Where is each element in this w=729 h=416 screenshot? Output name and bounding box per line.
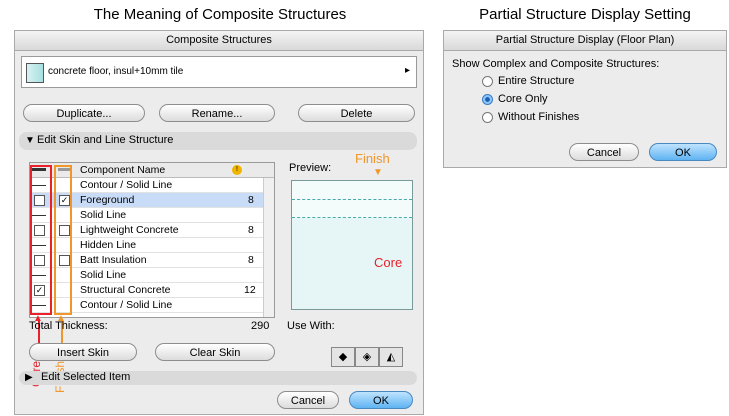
option-core-only[interactable]: Core Only	[482, 93, 682, 107]
core-column-highlight	[30, 165, 52, 315]
left-heading: The Meaning of Composite Structures	[93, 6, 347, 23]
finish-column-highlight	[54, 165, 72, 315]
partial-structure-dialog: Partial Structure Display (Floor Plan) S…	[443, 30, 727, 168]
clear-skin-button[interactable]: Clear Skin	[155, 343, 275, 361]
wall-tool-icon[interactable]: ◆	[331, 347, 355, 367]
option-without-finishes[interactable]: Without Finishes	[482, 111, 682, 125]
roof-tool-icon[interactable]: ◭	[379, 347, 403, 367]
delete-button[interactable]: Delete	[298, 104, 415, 122]
structure-thumbnail-icon	[26, 63, 44, 83]
selected-structure-name: concrete floor, insul+10mm tile	[48, 66, 184, 77]
arrow-down-icon: ▼	[373, 167, 383, 178]
right-heading: Partial Structure Display Setting	[479, 6, 691, 23]
edit-selected-label: Edit Selected Item	[41, 371, 131, 383]
structure-selector[interactable]: concrete floor, insul+10mm tile ▸	[21, 56, 417, 88]
edit-selected-section[interactable]: ▶ Edit Selected Item	[19, 371, 417, 385]
edit-skin-label: Edit Skin and Line Structure	[37, 134, 174, 146]
partial-ok-button[interactable]: OK	[649, 143, 717, 161]
slab-tool-icon[interactable]: ◈	[355, 347, 379, 367]
preview-label: Preview:	[289, 162, 332, 174]
preview-panel: Core	[291, 180, 413, 310]
radio-core-only[interactable]	[482, 94, 493, 105]
table-scrollbar[interactable]	[263, 178, 274, 317]
skin-table: Component Name ! Contour / Solid Line ✓ …	[29, 162, 275, 318]
cancel-button[interactable]: Cancel	[277, 391, 339, 409]
total-thickness-value: 290	[251, 320, 270, 332]
disclosure-down-icon: ▼	[25, 135, 35, 146]
disclosure-right-icon: ▶	[25, 372, 33, 383]
partial-prompt: Show Complex and Composite Structures:	[452, 58, 660, 70]
dialog-title: Composite Structures	[15, 31, 423, 51]
ok-button[interactable]: OK	[349, 391, 413, 409]
warning-icon: !	[232, 165, 242, 175]
insert-skin-button[interactable]: Insert Skin	[29, 343, 137, 361]
radio-entire-structure[interactable]	[482, 76, 493, 87]
duplicate-button[interactable]: Duplicate...	[23, 104, 145, 122]
component-name-header: Component Name	[80, 164, 166, 176]
core-preview-label: Core	[374, 255, 403, 270]
partial-cancel-button[interactable]: Cancel	[569, 143, 639, 161]
total-thickness-label: Total Thickness:	[29, 320, 108, 332]
radio-without-finishes[interactable]	[482, 112, 493, 123]
rename-button[interactable]: Rename...	[159, 104, 275, 122]
finish-preview-label: Finish	[355, 151, 390, 166]
chevron-right-icon: ▸	[404, 65, 410, 76]
hidden-line	[292, 199, 412, 201]
option-entire-structure[interactable]: Entire Structure	[482, 75, 682, 89]
use-with-label: Use With:	[287, 320, 335, 332]
composite-structures-dialog: Composite Structures concrete floor, ins…	[14, 30, 424, 415]
partial-dialog-title: Partial Structure Display (Floor Plan)	[444, 31, 726, 51]
edit-skin-section[interactable]: ▼ Edit Skin and Line Structure	[19, 132, 417, 150]
